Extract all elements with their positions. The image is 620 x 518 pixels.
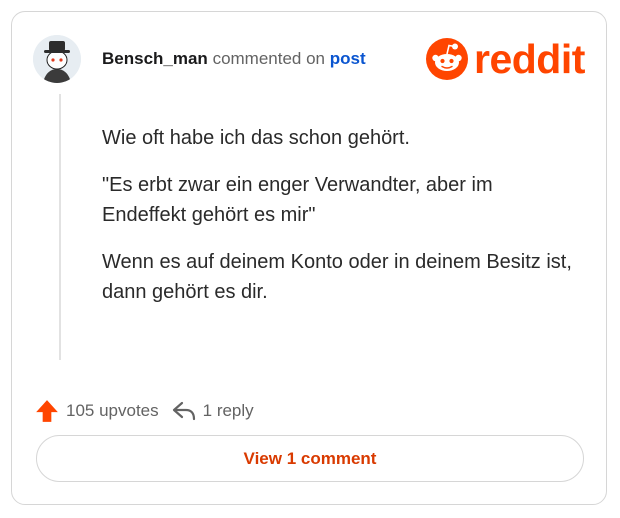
upvote-count: 105 upvotes bbox=[66, 401, 159, 420]
action-text: commented on bbox=[212, 49, 326, 68]
comment-paragraph: Wie oft habe ich das schon gehört. bbox=[102, 127, 410, 149]
snoo-avatar-icon bbox=[33, 35, 81, 83]
comment-header: Bensch_man commented on post bbox=[102, 49, 366, 69]
post-link[interactable]: post bbox=[330, 49, 366, 68]
reply-button[interactable]: 1 reply bbox=[171, 399, 254, 423]
comment-actions: 105 upvotes 1 reply bbox=[34, 397, 254, 425]
upvote-arrow-icon[interactable] bbox=[34, 398, 60, 424]
comment-paragraph: "Es erbt zwar ein enger Verwandter, aber… bbox=[102, 174, 493, 226]
comment-body: Wie oft habe ich das schon gehört. "Es e… bbox=[102, 123, 572, 324]
thread-line bbox=[59, 94, 61, 360]
reply-count: 1 reply bbox=[202, 401, 254, 420]
view-comment-label: View 1 comment bbox=[243, 448, 377, 468]
user-avatar[interactable] bbox=[33, 35, 81, 83]
author-name[interactable]: Bensch_man bbox=[102, 49, 208, 68]
upvote-button[interactable]: 105 upvotes bbox=[34, 398, 159, 424]
reddit-snoo-icon bbox=[426, 38, 468, 80]
reddit-wordmark: reddit bbox=[474, 36, 585, 82]
comment-paragraph: Wenn es auf deinem Konto oder in deinem … bbox=[102, 251, 572, 303]
view-comment-button[interactable]: View 1 comment bbox=[36, 435, 584, 482]
reddit-logo: reddit bbox=[426, 38, 585, 80]
reply-arrow-icon[interactable] bbox=[171, 399, 197, 423]
